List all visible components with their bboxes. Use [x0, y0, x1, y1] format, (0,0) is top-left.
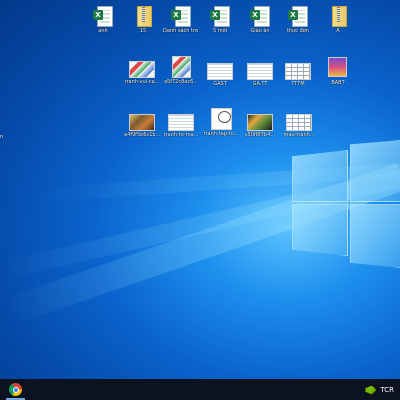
excel-file-icon: X — [287, 5, 309, 27]
light-beam — [0, 163, 400, 327]
desktop-icon-image[interactable]: tranh-tap-to... — [203, 108, 239, 137]
windows-logo-pane — [350, 140, 400, 202]
partial-desktop-icon[interactable]: n — [0, 134, 8, 144]
desktop-icon-label: tranh-tap-to... — [203, 131, 239, 137]
desktop-icon-excel[interactable]: X ảnh — [85, 5, 121, 34]
desktop-icon-image[interactable]: tranh-vui-ca... — [124, 60, 160, 85]
excel-file-icon: X — [209, 5, 231, 27]
image-thumbnail-icon — [286, 113, 312, 131]
image-thumbnail-icon — [208, 108, 234, 130]
desktop-icon-image[interactable]: a4f9f5b6c1b... — [124, 113, 160, 138]
desktop-icon-excel[interactable]: X thực đơn — [280, 5, 316, 34]
desktop-icon-label: thực đơn — [286, 28, 310, 34]
desktop-icon-label: GA.TT — [252, 81, 268, 87]
desktop-icon-image[interactable]: a5f72c8ac6... — [163, 56, 199, 85]
taskbar-chrome-button[interactable] — [6, 381, 25, 400]
desktop-icon-document[interactable]: GAST — [202, 62, 238, 87]
image-thumbnail-icon — [247, 113, 273, 131]
light-beam — [0, 167, 400, 280]
desktop-icon-zip[interactable]: 15 — [125, 5, 161, 34]
language-indicator[interactable]: TCR — [380, 386, 394, 394]
windows-logo-pane — [292, 150, 348, 202]
image-thumbnail-icon — [168, 56, 194, 78]
desktop-icon-image[interactable]: c50f8f7b4... — [242, 113, 278, 138]
desktop-icon-document[interactable]: GA.TT — [242, 62, 278, 87]
nvidia-icon[interactable] — [365, 385, 377, 395]
excel-file-icon: X — [170, 5, 192, 27]
document-thumbnail-icon — [207, 62, 233, 80]
image-thumbnail-icon — [129, 113, 155, 131]
zip-folder-icon — [132, 5, 154, 27]
desktop: n X ảnh 15 X Danh sách trẻ 5 tuổi th... … — [0, 0, 400, 379]
desktop-icon-file[interactable]: BABT — [320, 57, 356, 86]
desktop-icon-label: c50f8f7b4... — [244, 132, 276, 138]
desktop-icon-label: Danh sách trẻ 5 tuổi th... — [163, 28, 199, 34]
desktop-icon-document[interactable]: TTTM — [280, 62, 316, 87]
desktop-icon-label: Giáo án — [250, 28, 270, 34]
excel-file-icon: X — [249, 5, 271, 27]
desktop-icon-zip[interactable]: A — [320, 5, 356, 34]
desktop-icon-image[interactable]: tranh-to-ma... — [163, 113, 199, 138]
desktop-icon-excel[interactable]: X Danh sách trẻ 5 tuổi th... — [163, 5, 199, 34]
chrome-icon — [9, 383, 22, 396]
image-thumbnail-icon — [129, 60, 155, 78]
partial-icon-label: n — [0, 134, 4, 140]
desktop-icon-label: GAST — [213, 81, 227, 87]
desktop-icon-label: mau-tranh... — [283, 132, 315, 138]
windows-logo-pane — [350, 204, 400, 268]
desktop-icon-label: 15 — [139, 28, 147, 34]
desktop-icon-excel[interactable]: X 5 mới — [202, 5, 238, 34]
desktop-icon-label: tranh-to-ma... — [163, 132, 199, 138]
desktop-icon-image[interactable]: mau-tranh... — [281, 113, 317, 138]
desktop-icon-label: 5 mới — [212, 28, 228, 34]
system-tray: TCR — [365, 384, 394, 396]
desktop-icon-label: a4f9f5b6c1b... — [124, 132, 160, 138]
desktop-icon-label: A — [336, 28, 340, 34]
zip-folder-icon — [327, 5, 349, 27]
excel-file-icon: X — [92, 5, 114, 27]
light-beam — [40, 161, 400, 202]
desktop-icon-label: ảnh — [98, 28, 108, 34]
image-thumbnail-icon — [168, 113, 194, 131]
windows-logo-pane — [292, 204, 348, 256]
desktop-icon-label: a5f72c8ac6... — [163, 79, 199, 85]
desktop-icon-label: BABT — [331, 80, 345, 86]
document-thumbnail-icon — [285, 62, 311, 80]
taskbar: TCR — [0, 379, 400, 400]
desktop-icon-label: TTTM — [291, 81, 305, 87]
file-stack-icon — [325, 57, 351, 79]
desktop-icon-label: tranh-vui-ca... — [124, 79, 160, 85]
document-thumbnail-icon — [247, 62, 273, 80]
desktop-icon-excel[interactable]: X Giáo án — [242, 5, 278, 34]
